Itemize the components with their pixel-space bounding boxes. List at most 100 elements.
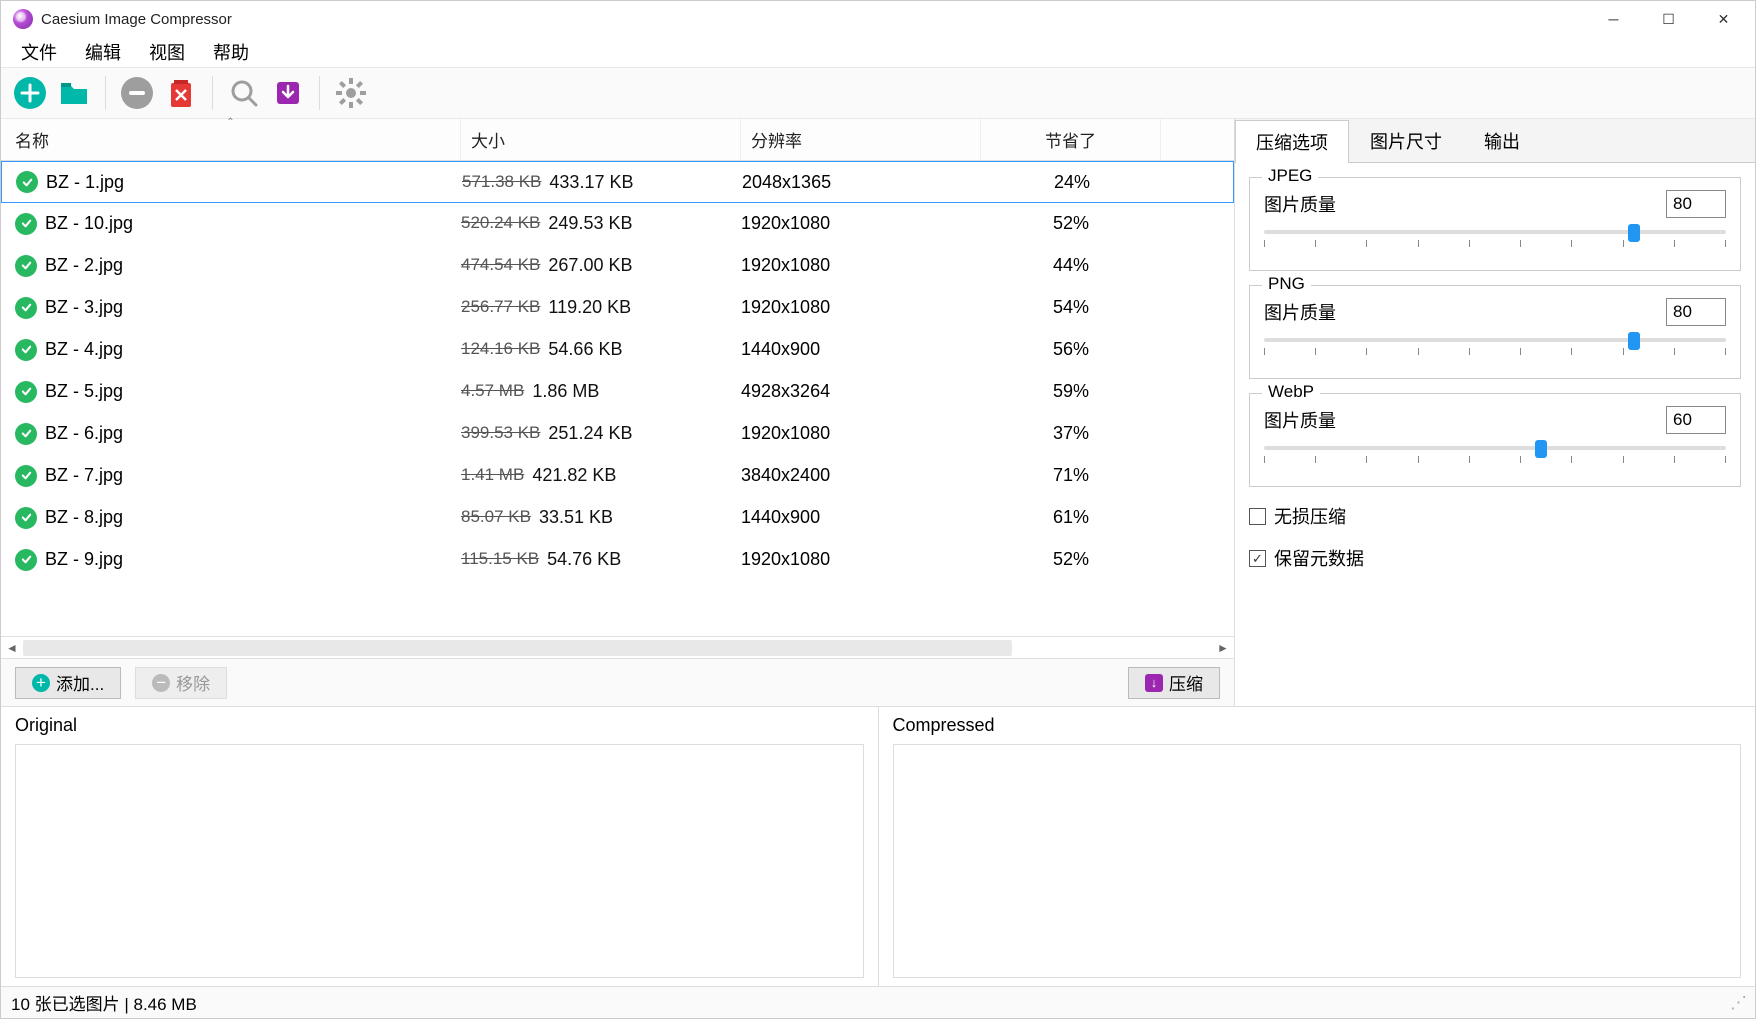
file-name: BZ - 9.jpg <box>45 549 123 570</box>
delete-button[interactable] <box>164 76 198 110</box>
check-icon <box>15 339 37 361</box>
webp-quality-input[interactable] <box>1666 406 1726 434</box>
lossless-checkbox[interactable] <box>1249 508 1266 525</box>
check-icon <box>15 423 37 445</box>
compress-button[interactable] <box>271 76 305 110</box>
settings-button[interactable] <box>334 76 368 110</box>
table-row[interactable]: BZ - 8.jpg85.07 KB33.51 KB1440x90061% <box>1 497 1234 539</box>
compress-button-bottom[interactable]: ↓压缩 <box>1128 667 1220 699</box>
col-size[interactable]: 大小 <box>461 119 741 160</box>
window-title: Caesium Image Compressor <box>41 11 232 28</box>
jpeg-quality-slider[interactable] <box>1264 228 1726 252</box>
table-row[interactable]: BZ - 2.jpg474.54 KB267.00 KB1920x108044% <box>1 245 1234 287</box>
lossless-row[interactable]: 无损压缩 <box>1249 503 1741 529</box>
new-size: 54.76 KB <box>547 549 621 570</box>
tabs: 压缩选项 图片尺寸 输出 <box>1235 119 1755 163</box>
toolbar-separator <box>105 76 106 110</box>
col-saved[interactable]: 节省了 <box>981 119 1161 160</box>
file-name: BZ - 10.jpg <box>45 213 133 234</box>
table-row[interactable]: BZ - 1.jpg571.38 KB433.17 KB2048x136524% <box>1 161 1234 203</box>
table-row[interactable]: BZ - 7.jpg1.41 MB421.82 KB3840x240071% <box>1 455 1234 497</box>
saved: 52% <box>981 549 1161 570</box>
add-folder-button[interactable] <box>57 76 91 110</box>
file-name: BZ - 8.jpg <box>45 507 123 528</box>
scroll-left-icon[interactable]: ◄ <box>1 638 23 658</box>
old-size: 85.07 KB <box>461 507 531 528</box>
compress-icon: ↓ <box>1145 674 1163 692</box>
horizontal-scrollbar[interactable]: ◄ ► <box>1 636 1234 658</box>
check-icon <box>15 549 37 571</box>
options-pane: 压缩选项 图片尺寸 输出 JPEG 图片质量 PNG 图片质量 WebP 图片质… <box>1235 119 1755 706</box>
resolution: 1440x900 <box>741 339 981 360</box>
table-row[interactable]: BZ - 9.jpg115.15 KB54.76 KB1920x108052% <box>1 539 1234 581</box>
file-name: BZ - 2.jpg <box>45 255 123 276</box>
file-list-pane: 名称⌃ 大小 分辨率 节省了 BZ - 1.jpg571.38 KB433.17… <box>1 119 1235 706</box>
table-row[interactable]: BZ - 5.jpg4.57 MB1.86 MB4928x326459% <box>1 371 1234 413</box>
saved: 61% <box>981 507 1161 528</box>
lossless-label: 无损压缩 <box>1274 503 1346 529</box>
old-size: 520.24 KB <box>461 213 540 234</box>
preview-button[interactable] <box>227 76 261 110</box>
saved: 52% <box>981 213 1161 234</box>
remove-button[interactable] <box>120 76 154 110</box>
resolution: 1920x1080 <box>741 549 981 570</box>
png-quality-slider[interactable] <box>1264 336 1726 360</box>
file-name: BZ - 4.jpg <box>45 339 123 360</box>
old-size: 4.57 MB <box>461 381 524 402</box>
compressed-preview: Compressed <box>879 707 1756 986</box>
saved: 59% <box>981 381 1161 402</box>
saved: 56% <box>981 339 1161 360</box>
tab-compression[interactable]: 压缩选项 <box>1235 120 1349 163</box>
table-row[interactable]: BZ - 6.jpg399.53 KB251.24 KB1920x108037% <box>1 413 1234 455</box>
table-row[interactable]: BZ - 4.jpg 124.16 KB 54.66 KB 1440x90056% <box>1 329 1234 371</box>
table-row[interactable]: BZ - 3.jpg256.77 KB119.20 KB1920x108054% <box>1 287 1234 329</box>
minimize-button[interactable]: ─ <box>1586 1 1641 37</box>
menu-view[interactable]: 视图 <box>139 37 195 67</box>
compressed-box <box>893 744 1742 978</box>
tab-body: JPEG 图片质量 PNG 图片质量 WebP 图片质量 无损压缩 保留元数据 <box>1235 163 1755 585</box>
app-logo-icon <box>13 9 33 29</box>
table-row[interactable]: BZ - 10.jpg520.24 KB249.53 KB1920x108052… <box>1 203 1234 245</box>
scroll-right-icon[interactable]: ► <box>1212 638 1234 658</box>
close-button[interactable]: ✕ <box>1696 1 1751 37</box>
webp-quality-slider[interactable] <box>1264 444 1726 468</box>
original-box <box>15 744 864 978</box>
list-header: 名称⌃ 大小 分辨率 节省了 <box>1 119 1234 161</box>
jpeg-legend: JPEG <box>1262 166 1318 186</box>
menu-file[interactable]: 文件 <box>11 37 67 67</box>
new-size: 33.51 KB <box>539 507 613 528</box>
resolution: 4928x3264 <box>741 381 981 402</box>
resolution: 2048x1365 <box>742 172 982 193</box>
new-size: 251.24 KB <box>548 423 632 444</box>
old-size: 124.16 KB <box>461 339 540 360</box>
saved: 24% <box>982 172 1162 193</box>
add-button[interactable]: +添加... <box>15 667 121 699</box>
remove-button-bottom[interactable]: −移除 <box>135 667 227 699</box>
resolution: 1920x1080 <box>741 423 981 444</box>
metadata-row[interactable]: 保留元数据 <box>1249 545 1741 571</box>
titlebar: Caesium Image Compressor ─ ☐ ✕ <box>1 1 1755 37</box>
menu-edit[interactable]: 编辑 <box>75 37 131 67</box>
scroll-track[interactable] <box>23 640 1012 656</box>
col-resolution[interactable]: 分辨率 <box>741 119 981 160</box>
tab-output[interactable]: 输出 <box>1463 119 1541 162</box>
col-name[interactable]: 名称⌃ <box>1 119 461 160</box>
new-size: 54.66 KB <box>548 339 622 360</box>
webp-legend: WebP <box>1262 382 1320 402</box>
resolution: 3840x2400 <box>741 465 981 486</box>
metadata-checkbox[interactable] <box>1249 550 1266 567</box>
preview-row: Original Compressed <box>1 706 1755 986</box>
jpeg-quality-input[interactable] <box>1666 190 1726 218</box>
resize-grip-icon[interactable]: ⋰ <box>1730 993 1745 1013</box>
check-icon <box>15 297 37 319</box>
file-name: BZ - 3.jpg <box>45 297 123 318</box>
add-file-button[interactable] <box>13 76 47 110</box>
jpeg-group: JPEG 图片质量 <box>1249 177 1741 271</box>
menu-help[interactable]: 帮助 <box>203 37 259 67</box>
tab-resize[interactable]: 图片尺寸 <box>1349 119 1463 162</box>
toolbar <box>1 67 1755 119</box>
menubar: 文件 编辑 视图 帮助 <box>1 37 1755 67</box>
maximize-button[interactable]: ☐ <box>1641 1 1696 37</box>
png-quality-input[interactable] <box>1666 298 1726 326</box>
old-size: 399.53 KB <box>461 423 540 444</box>
